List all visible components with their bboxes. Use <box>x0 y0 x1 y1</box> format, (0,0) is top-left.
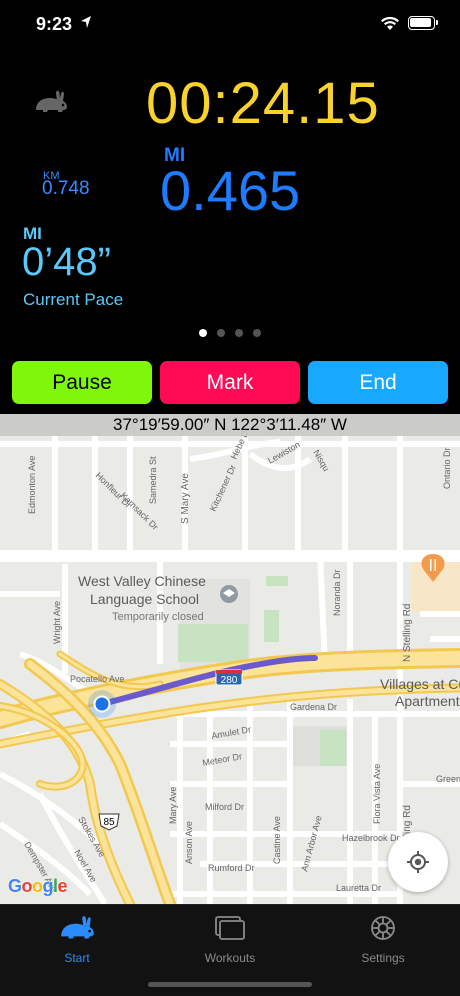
rabbit-icon <box>36 90 67 112</box>
gear-icon <box>371 916 395 940</box>
page-dot-3[interactable] <box>235 329 243 337</box>
svg-text:Mary Ave: Mary Ave <box>168 787 178 824</box>
current-location-marker <box>88 690 116 718</box>
page-dot-4[interactable] <box>253 329 261 337</box>
svg-text:Castine Ave: Castine Ave <box>272 816 282 864</box>
pause-button[interactable]: Pause <box>12 361 152 404</box>
recenter-location-button[interactable] <box>388 832 448 892</box>
park-area <box>266 576 288 586</box>
svg-text:Anson Ave: Anson Ave <box>184 821 194 864</box>
svg-text:Temporarily closed: Temporarily closed <box>112 611 204 623</box>
rabbit-icon <box>61 916 94 939</box>
svg-text:85: 85 <box>103 817 115 828</box>
svg-text:S Mary Ave: S Mary Ave <box>180 473 191 524</box>
highway-280-shield: 280 <box>215 669 243 686</box>
workouts-cards-icon <box>215 916 245 940</box>
tab-start-label: Start <box>64 951 90 965</box>
svg-text:280: 280 <box>221 675 238 686</box>
svg-text:Milford Dr: Milford Dr <box>205 802 244 812</box>
svg-text:Rumford Dr: Rumford Dr <box>208 863 255 873</box>
location-arrow-icon <box>81 16 91 28</box>
tab-settings-label: Settings <box>361 951 405 965</box>
elapsed-timer: 00:24.15 <box>146 71 380 136</box>
page-dot-2[interactable] <box>217 329 225 337</box>
pace-value: 0’48” <box>22 240 111 284</box>
svg-text:Green: Green <box>436 774 460 784</box>
status-bar: 9:23 <box>0 0 460 50</box>
svg-text:Noranda Dr: Noranda Dr <box>332 569 342 616</box>
tab-workouts-label: Workouts <box>204 951 256 965</box>
google-logo: Google <box>8 876 68 896</box>
park-area <box>178 624 248 662</box>
map-canvas[interactable]: 280 85 West Valley Chinese Language Scho… <box>0 414 460 904</box>
svg-text:Hazelbrook Dr: Hazelbrook Dr <box>342 833 400 843</box>
battery-icon <box>408 16 438 30</box>
km-distance-value: 0.748 <box>42 178 90 199</box>
pace-label: Current Pace <box>23 290 124 309</box>
end-button[interactable]: End <box>308 361 448 404</box>
status-time: 9:23 <box>36 14 73 34</box>
svg-text:Edmonton Ave: Edmonton Ave <box>27 456 37 514</box>
mi-distance-value: 0.465 <box>160 159 301 222</box>
tab-bar: Start Workouts Settings <box>0 904 460 996</box>
wifi-icon <box>381 16 399 30</box>
svg-text:Language School: Language School <box>90 591 199 607</box>
svg-text:Wright Ave: Wright Ave <box>52 601 62 644</box>
coordinates-readout: 37°19′59.00″ N 122°3′11.48″ W <box>0 414 460 436</box>
svg-text:Flora Vista Ave: Flora Vista Ave <box>372 764 382 824</box>
map-view[interactable]: 280 85 West Valley Chinese Language Scho… <box>0 414 460 904</box>
svg-text:Pocatello Ave: Pocatello Ave <box>70 674 124 684</box>
home-indicator <box>148 982 312 987</box>
svg-text:Lauretta Dr: Lauretta Dr <box>336 883 381 893</box>
svg-text:West Valley Chinese: West Valley Chinese <box>78 573 206 589</box>
svg-text:Samedra St: Samedra St <box>148 456 158 504</box>
svg-text:Apartment Hom: Apartment Hom <box>395 693 460 709</box>
page-indicator[interactable] <box>0 324 460 337</box>
park-area <box>264 610 279 642</box>
tab-start[interactable]: Start <box>17 913 137 965</box>
svg-text:N Stelling Rd: N Stelling Rd <box>402 604 413 662</box>
svg-text:Gardena Dr: Gardena Dr <box>290 702 337 712</box>
crosshair-icon <box>407 851 429 873</box>
tab-workouts[interactable]: Workouts <box>170 913 290 965</box>
svg-text:Villages at Cuper: Villages at Cuper <box>380 676 460 692</box>
mark-button[interactable]: Mark <box>160 361 300 404</box>
park-area <box>320 730 346 766</box>
page-dot-1[interactable] <box>199 329 207 337</box>
tab-settings[interactable]: Settings <box>323 913 443 965</box>
svg-text:Ontario Dr: Ontario Dr <box>442 447 452 489</box>
